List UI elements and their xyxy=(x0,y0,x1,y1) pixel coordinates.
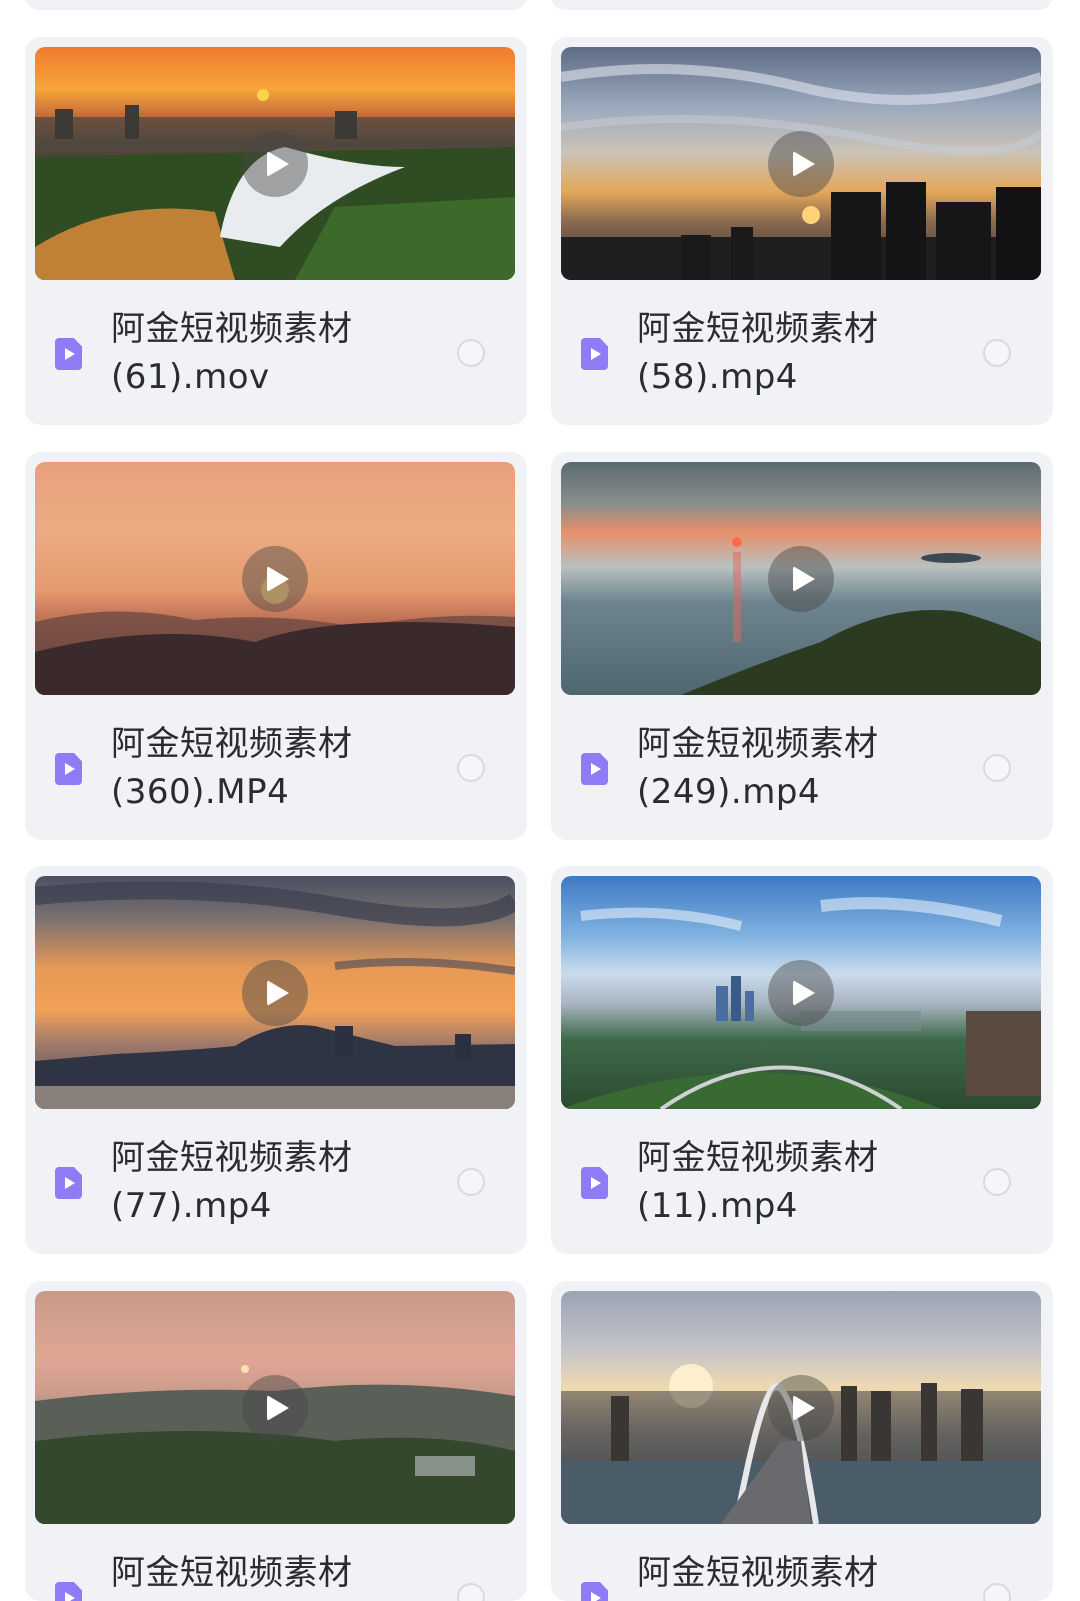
video-file-icon xyxy=(581,1167,608,1199)
video-file-icon xyxy=(55,1167,82,1199)
play-icon[interactable] xyxy=(768,545,834,612)
play-icon[interactable] xyxy=(242,1374,308,1441)
file-name: 阿金短视频素材 (58).mp4 xyxy=(637,309,879,397)
previous-card-left[interactable] xyxy=(25,0,527,10)
video-file-icon xyxy=(55,338,82,370)
previous-card-right[interactable] xyxy=(551,0,1053,10)
play-icon[interactable] xyxy=(768,130,834,197)
select-radio[interactable] xyxy=(983,1583,1011,1601)
play-icon[interactable] xyxy=(242,130,308,197)
file-name: 阿金短视频素材 (249).mp4 xyxy=(637,724,879,812)
video-card[interactable]: 阿金短视频素材 xyxy=(25,1281,527,1601)
video-card[interactable]: 阿金短视频素材 (11).mp4 xyxy=(551,866,1053,1254)
file-name: 阿金短视频素材 (360).MP4 xyxy=(111,724,353,812)
select-radio[interactable] xyxy=(983,1168,1011,1196)
file-name: 阿金短视频素材 (77).mp4 xyxy=(111,1138,353,1226)
file-name: 阿金短视频素材 (61).mov xyxy=(111,309,353,397)
video-card[interactable]: 阿金短视频素材 (61).mov xyxy=(25,37,527,425)
select-radio[interactable] xyxy=(983,339,1011,367)
video-file-icon xyxy=(55,1582,82,1601)
video-file-icon xyxy=(581,1582,608,1601)
video-file-icon xyxy=(581,338,608,370)
video-file-icon xyxy=(581,753,608,785)
select-radio[interactable] xyxy=(457,1583,485,1601)
play-icon[interactable] xyxy=(768,959,834,1026)
video-card[interactable]: 阿金短视频素材 (77).mp4 xyxy=(25,866,527,1254)
video-thumbnail[interactable] xyxy=(35,876,515,1109)
video-thumbnail[interactable] xyxy=(561,47,1041,280)
select-radio[interactable] xyxy=(983,754,1011,782)
video-thumbnail[interactable] xyxy=(561,462,1041,695)
play-icon[interactable] xyxy=(242,959,308,1026)
video-card[interactable]: 阿金短视频素材 (249).mp4 xyxy=(551,452,1053,840)
video-card[interactable]: 阿金短视频素材 xyxy=(551,1281,1053,1601)
video-card[interactable]: 阿金短视频素材 (58).mp4 xyxy=(551,37,1053,425)
video-card[interactable]: 阿金短视频素材 (360).MP4 xyxy=(25,452,527,840)
select-radio[interactable] xyxy=(457,754,485,782)
video-thumbnail[interactable] xyxy=(35,1291,515,1524)
file-name: 阿金短视频素材 (11).mp4 xyxy=(637,1138,879,1226)
video-thumbnail[interactable] xyxy=(561,876,1041,1109)
file-name: 阿金短视频素材 xyxy=(111,1553,353,1593)
file-name: 阿金短视频素材 xyxy=(637,1553,879,1593)
video-file-icon xyxy=(55,753,82,785)
select-radio[interactable] xyxy=(457,1168,485,1196)
video-thumbnail[interactable] xyxy=(35,462,515,695)
video-thumbnail[interactable] xyxy=(35,47,515,280)
select-radio[interactable] xyxy=(457,339,485,367)
play-icon[interactable] xyxy=(242,545,308,612)
play-icon[interactable] xyxy=(768,1374,834,1441)
video-thumbnail[interactable] xyxy=(561,1291,1041,1524)
